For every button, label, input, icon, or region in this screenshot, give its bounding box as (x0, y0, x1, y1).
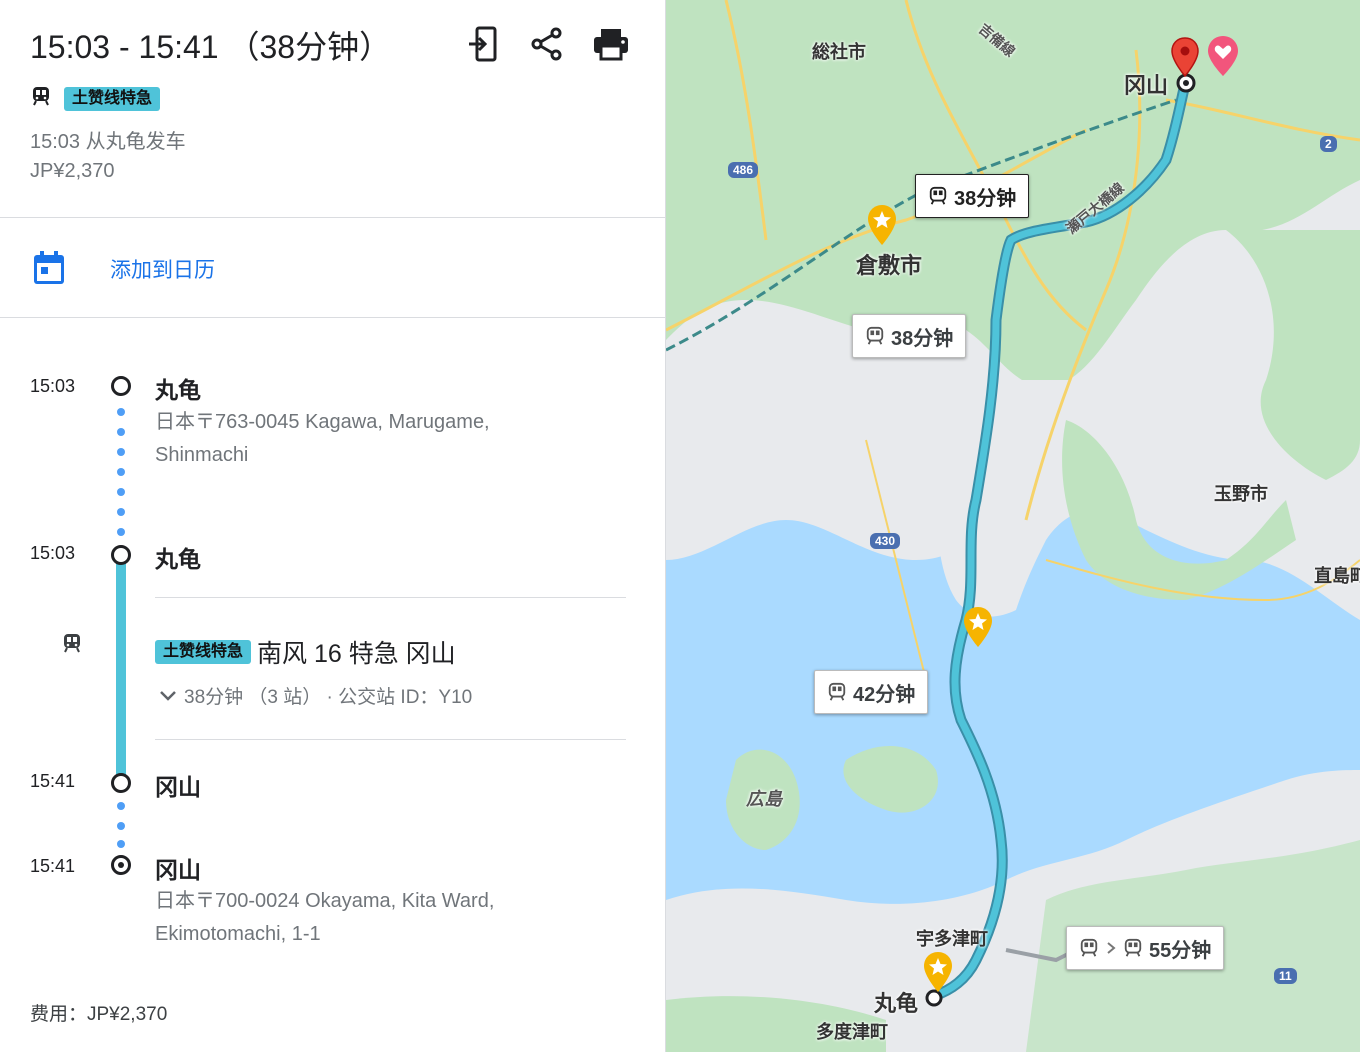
directions-panel: 15:03 - 15:41 （38分钟） 土赞线特急 15:03 从丸龟发车 J… (0, 0, 666, 1052)
stop-address: 日本〒763-0045 Kagawa, Marugame, Shinmachi (155, 406, 490, 472)
line-badge: 土赞线特急 (155, 640, 252, 664)
train-icon (866, 326, 884, 345)
walk-dot (117, 468, 125, 476)
transit-line (116, 560, 126, 775)
stop-address: 日本〒700-0024 Okayama, Kita Ward, Ekimotom… (155, 885, 494, 951)
stop-name[interactable]: 丸龟 (155, 540, 201, 574)
trip-details-text: 38分钟 （3 站） · 公交站 ID：Y10 (184, 687, 473, 708)
add-to-calendar-link[interactable]: 添加到日历 (110, 254, 215, 284)
walk-dot (117, 488, 125, 496)
star-pin-icon[interactable] (961, 605, 995, 649)
calendar-icon[interactable] (32, 250, 66, 286)
divider (155, 739, 626, 740)
duration-label: 55分钟 (1149, 939, 1212, 962)
map-view[interactable]: 総社市 冈山 倉敷市 玉野市 直島町 広島 宇多津町 丸龟 多度津町 吉備線 瀬… (666, 0, 1360, 1052)
stop-marker (111, 773, 131, 793)
walk-dot (117, 802, 125, 810)
fare-text: JP¥2,370 (30, 160, 115, 182)
destination-marker (111, 855, 131, 875)
step-time: 15:41 (30, 771, 76, 791)
address-line: Shinmachi (155, 444, 249, 466)
stop-marker (111, 376, 131, 396)
trip-time-range: 15:03 - 15:41 （38分钟） (30, 29, 392, 65)
line-badge: 土赞线特急 (64, 86, 161, 111)
train-icon (1080, 938, 1098, 957)
step-time: 15:03 (30, 376, 76, 396)
walk-dot (117, 840, 125, 848)
divider (155, 597, 626, 598)
map-label: 直島町 (1314, 566, 1360, 586)
send-to-phone-icon[interactable] (465, 24, 501, 64)
map-label: 玉野市 (1214, 484, 1268, 504)
print-icon[interactable] (593, 24, 629, 64)
duration-label: 42分钟 (853, 683, 916, 706)
star-pin-icon[interactable] (921, 950, 955, 994)
train-icon (828, 682, 846, 701)
train-icon (30, 85, 52, 112)
route-name: 南风 16 特急 冈山 (257, 640, 456, 668)
star-pin-icon[interactable] (865, 203, 899, 247)
walk-dot (117, 408, 125, 416)
share-icon[interactable] (529, 24, 565, 64)
saved-place-heart-icon[interactable] (1206, 34, 1240, 80)
train-icon (61, 632, 83, 659)
destination-pin-icon[interactable] (1170, 36, 1200, 80)
duration-label: 38分钟 (891, 327, 954, 350)
transit-route: 土赞线特急 南风 16 特急 冈山 (155, 634, 456, 670)
divider (0, 317, 666, 318)
train-icon (1124, 938, 1142, 957)
walk-dot (117, 508, 125, 516)
map-canvas (666, 0, 1360, 1052)
stop-marker (111, 545, 131, 565)
map-label: 多度津町 (816, 1022, 888, 1042)
road-shield: 11 (1274, 968, 1297, 984)
map-label: 倉敷市 (856, 253, 923, 278)
stop-name[interactable]: 冈山 (155, 851, 201, 885)
walk-dot (117, 448, 125, 456)
map-label: 広島 (746, 789, 782, 809)
trip-details-toggle[interactable]: 38分钟 （3 站） · 公交站 ID：Y10 (158, 682, 472, 709)
stop-name[interactable]: 冈山 (155, 768, 201, 802)
header-actions (465, 24, 629, 64)
road-shield: 430 (870, 533, 901, 549)
road-shield: 486 (728, 162, 759, 178)
chevron-down-icon (160, 690, 176, 701)
walk-dot (117, 528, 125, 536)
route-duration-box[interactable]: 38分钟 (852, 314, 967, 358)
step-time: 15:03 (30, 543, 76, 563)
road-shield: 2 (1320, 136, 1337, 152)
summary-line: 土赞线特急 (30, 85, 161, 112)
departure-text: 15:03 从丸龟发车 (30, 131, 186, 153)
route-duration-box[interactable]: 55分钟 (1066, 926, 1225, 970)
train-icon (929, 186, 947, 205)
route-duration-box[interactable]: 38分钟 (915, 174, 1030, 218)
map-label: 宇多津町 (916, 929, 988, 949)
map-label: 総社市 (812, 42, 866, 62)
duration-label: 38分钟 (954, 187, 1017, 210)
address-line: Ekimotomachi, 1-1 (155, 923, 321, 945)
address-line: 日本〒700-0024 Okayama, Kita Ward, (155, 890, 495, 912)
map-label: 丸龟 (874, 991, 919, 1016)
map-label: 冈山 (1124, 73, 1169, 98)
stop-name[interactable]: 丸龟 (155, 371, 201, 405)
step-time: 15:41 (30, 856, 76, 876)
address-line: 日本〒763-0045 Kagawa, Marugame, (155, 411, 490, 433)
chevron-right-icon (1107, 942, 1116, 954)
divider (0, 217, 666, 218)
cost-text: 费用：JP¥2,370 (30, 1004, 168, 1025)
route-duration-box[interactable]: 42分钟 (814, 670, 929, 714)
walk-dot (117, 428, 125, 436)
walk-dot (117, 822, 125, 830)
